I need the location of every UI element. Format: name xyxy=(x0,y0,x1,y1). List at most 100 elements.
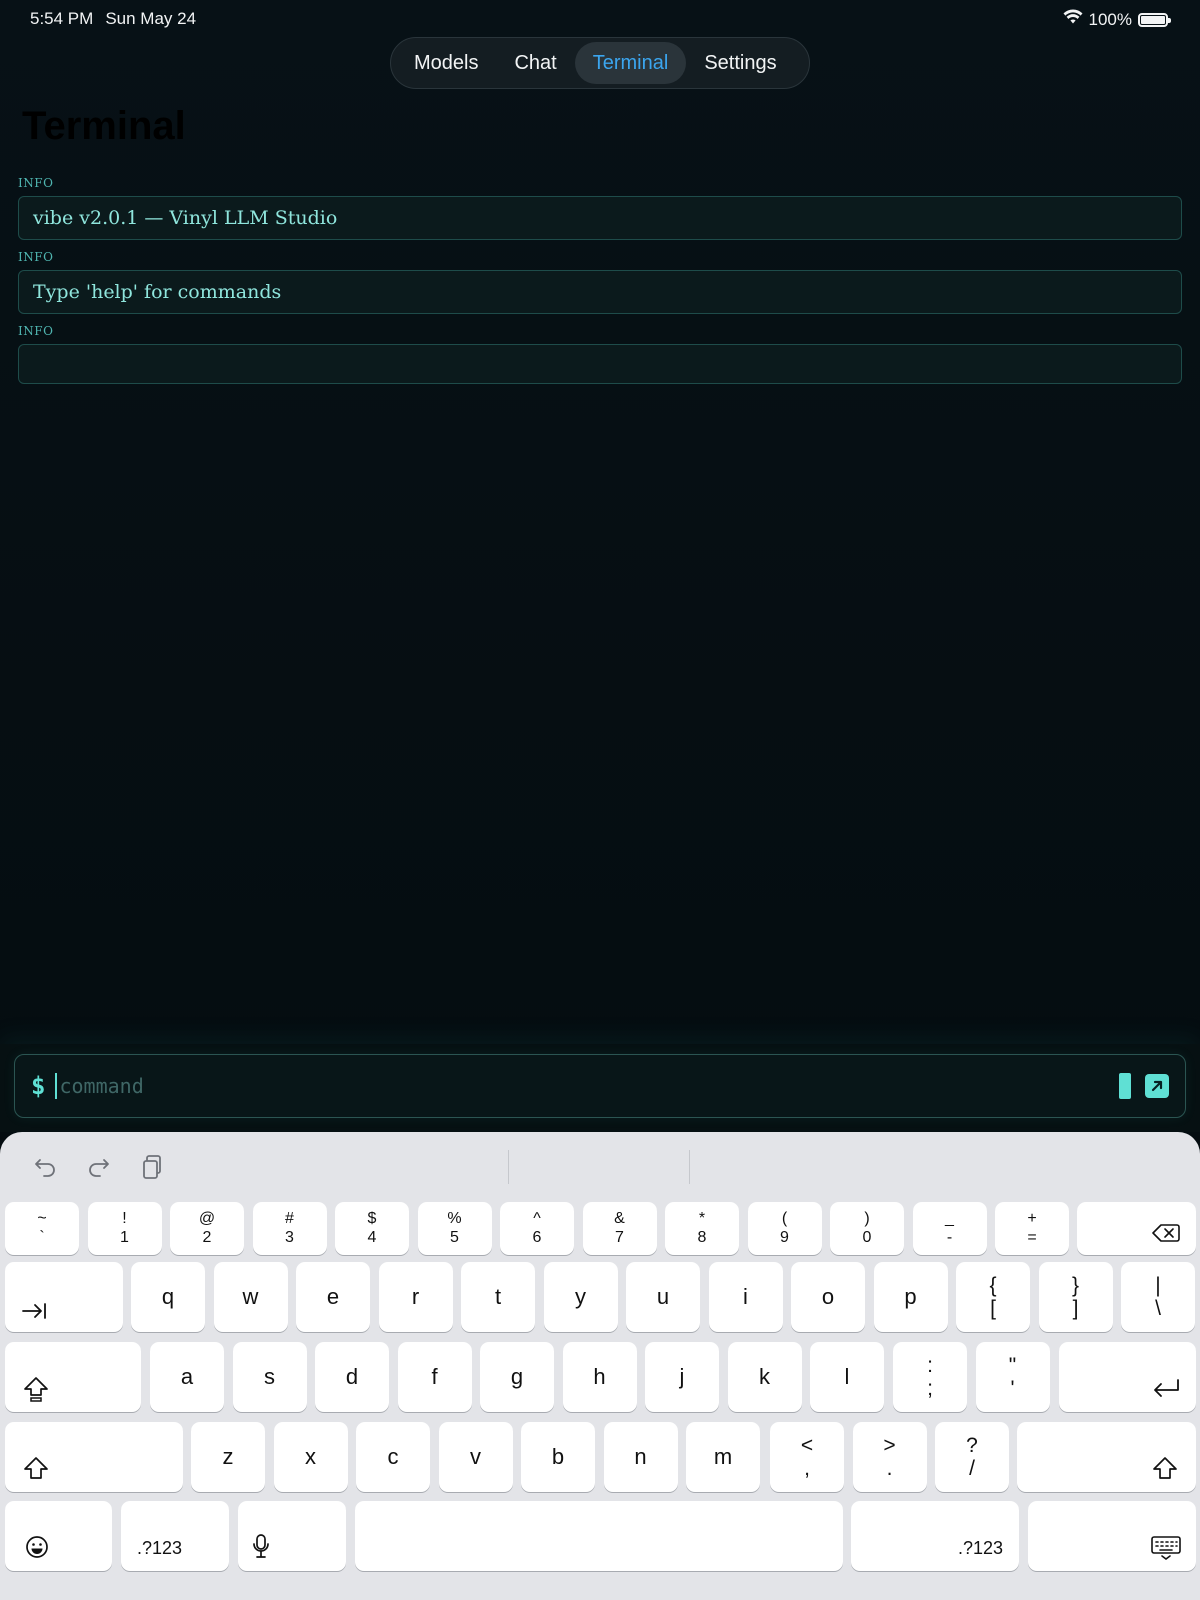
key-label: = xyxy=(1027,1229,1037,1246)
key-shift-label: # xyxy=(285,1210,294,1227)
key-5[interactable]: % 5 xyxy=(417,1202,492,1255)
status-time: 5:54 PM xyxy=(30,9,94,28)
key-l[interactable]: l xyxy=(810,1342,884,1412)
key-label: h xyxy=(593,1364,606,1389)
send-arrow-icon[interactable] xyxy=(1145,1074,1169,1098)
command-box[interactable]: $ xyxy=(14,1054,1186,1118)
key-punct2-1[interactable]: >. xyxy=(852,1422,927,1492)
key-label: b xyxy=(551,1444,565,1469)
tab-settings[interactable]: Settings xyxy=(686,42,794,84)
key-shift-label: < xyxy=(800,1434,814,1457)
key-shift-label: ? xyxy=(966,1434,978,1457)
key-e[interactable]: e xyxy=(296,1262,370,1332)
log-level: INFO xyxy=(18,324,54,338)
command-input[interactable] xyxy=(55,1073,1111,1099)
key-b[interactable]: b xyxy=(521,1422,595,1492)
key-9[interactable]: (9 xyxy=(747,1202,822,1255)
key-n[interactable]: n xyxy=(603,1422,678,1492)
key-4[interactable]: $4 xyxy=(335,1202,409,1255)
shift-right-key[interactable] xyxy=(1017,1422,1196,1492)
key-i[interactable]: i xyxy=(708,1262,783,1332)
key-shift-label: ~ xyxy=(37,1210,47,1227)
key-punct-0[interactable]: :; xyxy=(893,1342,967,1412)
key-1[interactable]: ! 1 xyxy=(87,1202,162,1255)
key-label: d xyxy=(345,1364,359,1389)
emoji-key[interactable] xyxy=(5,1501,112,1571)
tab-key[interactable] xyxy=(5,1262,123,1332)
caps-lock-key[interactable] xyxy=(5,1342,141,1412)
key-shift-label: ( xyxy=(781,1210,788,1227)
key-z[interactable]: z xyxy=(191,1422,265,1492)
redo-icon[interactable] xyxy=(84,1152,114,1182)
battery-percent: 100% xyxy=(1088,9,1132,29)
key-y[interactable]: y xyxy=(543,1262,618,1332)
tab-terminal[interactable]: Terminal xyxy=(574,42,687,84)
key-j[interactable]: j xyxy=(645,1342,719,1412)
key-bracket-0[interactable]: {[ xyxy=(956,1262,1030,1332)
key-8[interactable]: * 8 xyxy=(665,1202,739,1255)
key--[interactable]: _ - xyxy=(912,1202,987,1255)
key-7[interactable]: & 7 xyxy=(582,1202,657,1255)
log-level: INFO xyxy=(18,176,54,190)
undo-icon[interactable] xyxy=(30,1152,60,1182)
key-2[interactable]: @2 xyxy=(170,1202,244,1255)
key-r[interactable]: r xyxy=(378,1262,453,1332)
numbers-right-label: .?123 xyxy=(957,1538,1003,1558)
key-q[interactable]: q xyxy=(131,1262,205,1332)
terminal-log: INFO vibe v2.0.1 — Vinyl LLM Studio INFO… xyxy=(18,176,1182,394)
key-`[interactable]: ~ ` xyxy=(5,1202,79,1255)
key-label: v xyxy=(470,1444,481,1469)
clipboard-icon[interactable] xyxy=(137,1152,167,1182)
key-m[interactable]: m xyxy=(686,1422,760,1492)
key-g[interactable]: g xyxy=(480,1342,554,1412)
tab-chat[interactable]: Chat xyxy=(496,42,574,84)
key-label: ' xyxy=(1010,1377,1015,1400)
key-label: x xyxy=(305,1444,316,1469)
numbers-left-key[interactable]: .?123 xyxy=(121,1501,229,1571)
key-bracket-2[interactable]: | \ xyxy=(1121,1262,1195,1332)
key-shift-label: ^ xyxy=(533,1210,541,1227)
key-a[interactable]: a xyxy=(150,1342,224,1412)
space-key[interactable] xyxy=(355,1501,843,1571)
key-s[interactable]: s xyxy=(232,1342,307,1412)
key-shift-label: ) xyxy=(864,1210,870,1227)
key-f[interactable]: f xyxy=(397,1342,472,1412)
log-entry: INFO xyxy=(18,324,1182,384)
key-label: y xyxy=(575,1284,586,1309)
key-h[interactable]: h xyxy=(562,1342,637,1412)
key-k[interactable]: k xyxy=(727,1342,802,1412)
key-x[interactable]: x xyxy=(273,1422,348,1492)
key-label: 8 xyxy=(697,1229,707,1246)
key-t[interactable]: t xyxy=(461,1262,535,1332)
key-d[interactable]: d xyxy=(315,1342,389,1412)
command-bar: $ xyxy=(0,1044,1200,1132)
key-6[interactable]: ^ 6 xyxy=(500,1202,574,1255)
key-v[interactable]: v xyxy=(438,1422,513,1492)
return-key[interactable] xyxy=(1059,1342,1196,1412)
key-label: 3 xyxy=(285,1229,294,1246)
dictation-key[interactable] xyxy=(238,1501,346,1571)
key-=[interactable]: + = xyxy=(995,1202,1069,1255)
key-w[interactable]: w xyxy=(213,1262,288,1332)
key-label: s xyxy=(264,1364,275,1389)
key-p[interactable]: p xyxy=(873,1262,948,1332)
on-screen-keyboard: .?123 .?123 ~ `! 1 @2 #3 $4% 5 ^ 6 & 7 * 8(9) 0 _ - + = q w… xyxy=(0,1132,1200,1600)
status-bar: 5:54 PM Sun May 24 100% xyxy=(0,0,1200,38)
tab-models[interactable]: Models xyxy=(396,42,496,84)
key-u[interactable]: u xyxy=(626,1262,700,1332)
numbers-right-key[interactable]: .?123 xyxy=(851,1501,1019,1571)
key-c[interactable]: c xyxy=(356,1422,430,1492)
key-label: \ xyxy=(1155,1297,1161,1320)
key-punct2-2[interactable]: ? / xyxy=(935,1422,1009,1492)
key-3[interactable]: #3 xyxy=(252,1202,327,1255)
key-shift-label: _ xyxy=(945,1210,954,1227)
shift-left-key[interactable] xyxy=(5,1422,183,1492)
key-o[interactable]: o xyxy=(791,1262,865,1332)
key-bracket-1[interactable]: }] xyxy=(1038,1262,1113,1332)
key-punct2-0[interactable]: <, xyxy=(770,1422,844,1492)
key-0[interactable]: ) 0 xyxy=(830,1202,904,1255)
key-shift-label: > xyxy=(883,1434,896,1457)
delete-key[interactable] xyxy=(1077,1202,1196,1255)
key-punct-1[interactable]: " ' xyxy=(975,1342,1050,1412)
dismiss-keyboard-key[interactable] xyxy=(1028,1501,1196,1571)
